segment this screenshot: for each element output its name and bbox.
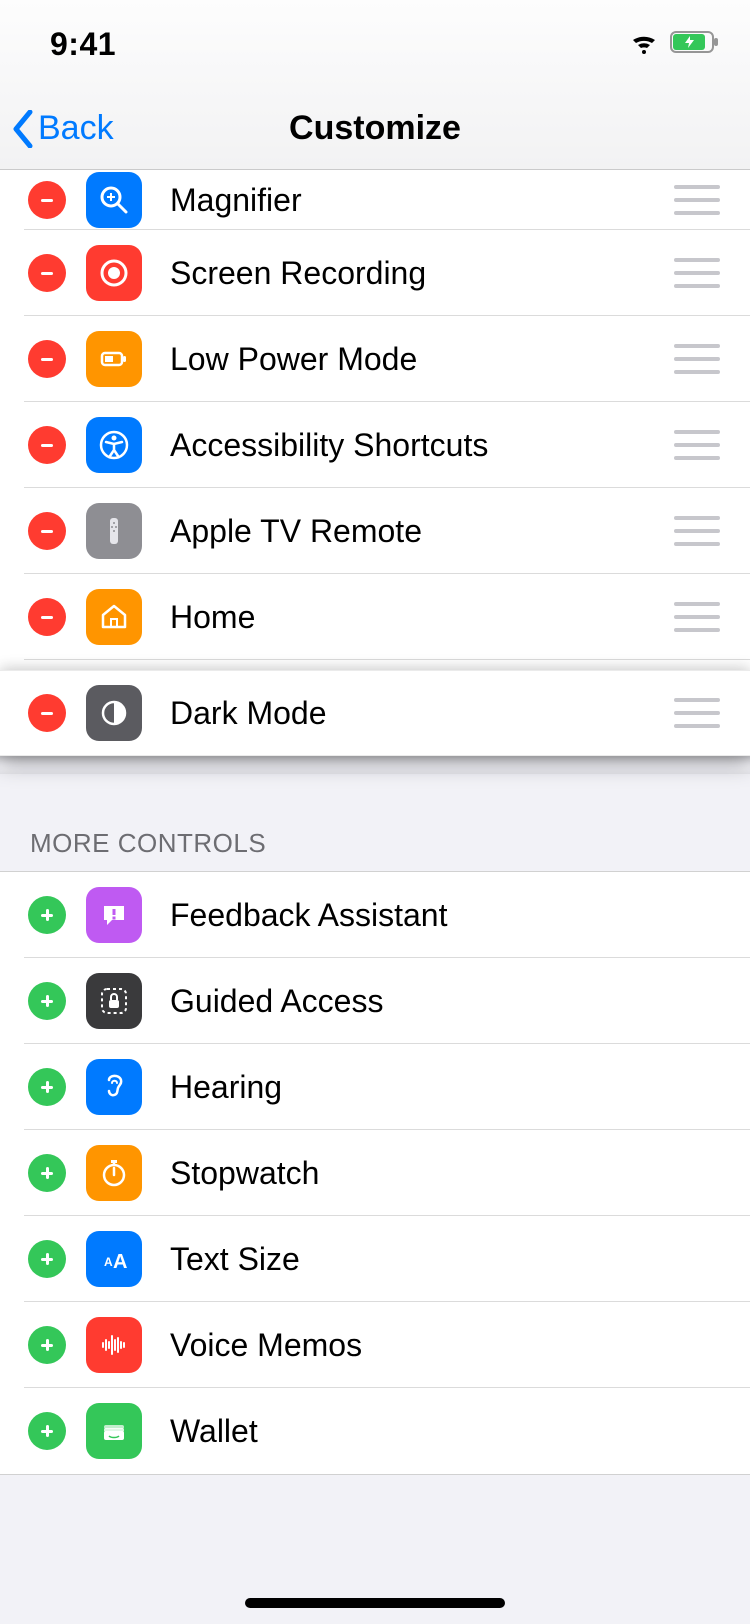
waveform-icon xyxy=(86,1317,142,1373)
row-tv-remote[interactable]: Apple TV Remote xyxy=(0,488,750,574)
row-label: Guided Access xyxy=(170,983,750,1020)
remove-button[interactable] xyxy=(28,181,66,219)
row-label: Hearing xyxy=(170,1069,750,1106)
row-screen-recording[interactable]: Screen Recording xyxy=(0,230,750,316)
row-label: Magnifier xyxy=(170,182,674,219)
row-label: Apple TV Remote xyxy=(170,513,674,550)
feedback-icon xyxy=(86,887,142,943)
ear-icon xyxy=(86,1059,142,1115)
remove-button[interactable] xyxy=(28,512,66,550)
back-label: Back xyxy=(38,109,114,148)
row-feedback[interactable]: Feedback Assistant xyxy=(0,872,750,958)
wallet-icon xyxy=(86,1403,142,1459)
status-time: 9:41 xyxy=(50,26,116,63)
chevron-left-icon xyxy=(12,110,34,148)
row-voice-memos[interactable]: Voice Memos xyxy=(0,1302,750,1388)
row-magnifier[interactable]: Magnifier xyxy=(0,170,750,230)
lock-dashed-icon xyxy=(86,973,142,1029)
home-indicator[interactable] xyxy=(245,1598,505,1608)
accessibility-icon xyxy=(86,417,142,473)
nav-bar: Back Customize xyxy=(0,88,750,170)
row-hearing[interactable]: Hearing xyxy=(0,1044,750,1130)
remove-button[interactable] xyxy=(28,426,66,464)
drag-handle-icon[interactable] xyxy=(674,516,720,546)
dark-mode-icon xyxy=(86,685,142,741)
remove-button[interactable] xyxy=(28,598,66,636)
drag-handle-icon[interactable] xyxy=(674,430,720,460)
row-label: Wallet xyxy=(170,1413,750,1450)
row-stopwatch[interactable]: Stopwatch xyxy=(0,1130,750,1216)
battery-charging-icon xyxy=(670,29,720,60)
wifi-icon xyxy=(628,30,660,59)
add-button[interactable] xyxy=(28,982,66,1020)
status-icons xyxy=(628,29,720,60)
add-button[interactable] xyxy=(28,896,66,934)
magnifier-icon xyxy=(86,172,142,228)
remove-button[interactable] xyxy=(28,694,66,732)
row-text-size[interactable]: AA Text Size xyxy=(0,1216,750,1302)
row-label: Text Size xyxy=(170,1241,750,1278)
battery-icon xyxy=(86,331,142,387)
add-button[interactable] xyxy=(28,1240,66,1278)
more-controls-list: Feedback Assistant Guided Access Hearing… xyxy=(0,871,750,1475)
remove-button[interactable] xyxy=(28,340,66,378)
row-dark-mode[interactable]: Dark Mode xyxy=(0,670,750,756)
drag-handle-icon[interactable] xyxy=(674,258,720,288)
add-button[interactable] xyxy=(28,1068,66,1106)
add-button[interactable] xyxy=(28,1412,66,1450)
record-icon xyxy=(86,245,142,301)
back-button[interactable]: Back xyxy=(0,109,114,148)
row-label: Home xyxy=(170,599,674,636)
stopwatch-icon xyxy=(86,1145,142,1201)
row-label: Accessibility Shortcuts xyxy=(170,427,674,464)
row-wallet[interactable]: Wallet xyxy=(0,1388,750,1474)
home-icon xyxy=(86,589,142,645)
row-label: Screen Recording xyxy=(170,255,674,292)
row-home[interactable]: Home xyxy=(0,574,750,660)
status-bar: 9:41 xyxy=(0,0,750,88)
svg-text:A: A xyxy=(113,1251,127,1273)
included-controls-list: Magnifier Screen Recording Low Power Mod… xyxy=(0,170,750,774)
drag-handle-icon[interactable] xyxy=(674,698,720,728)
drag-handle-icon[interactable] xyxy=(674,602,720,632)
row-label: Stopwatch xyxy=(170,1155,750,1192)
row-guided-access[interactable]: Guided Access xyxy=(0,958,750,1044)
row-accessibility[interactable]: Accessibility Shortcuts xyxy=(0,402,750,488)
text-size-icon: AA xyxy=(86,1231,142,1287)
row-label: Feedback Assistant xyxy=(170,897,750,934)
row-label: Low Power Mode xyxy=(170,341,674,378)
add-button[interactable] xyxy=(28,1326,66,1364)
row-label: Dark Mode xyxy=(170,695,674,732)
svg-text:A: A xyxy=(104,1255,113,1269)
row-label: Voice Memos xyxy=(170,1327,750,1364)
row-low-power[interactable]: Low Power Mode xyxy=(0,316,750,402)
drag-handle-icon[interactable] xyxy=(674,344,720,374)
add-button[interactable] xyxy=(28,1154,66,1192)
more-controls-header: MORE CONTROLS xyxy=(0,774,750,871)
remove-button[interactable] xyxy=(28,254,66,292)
drag-handle-icon[interactable] xyxy=(674,185,720,215)
remote-icon xyxy=(86,503,142,559)
